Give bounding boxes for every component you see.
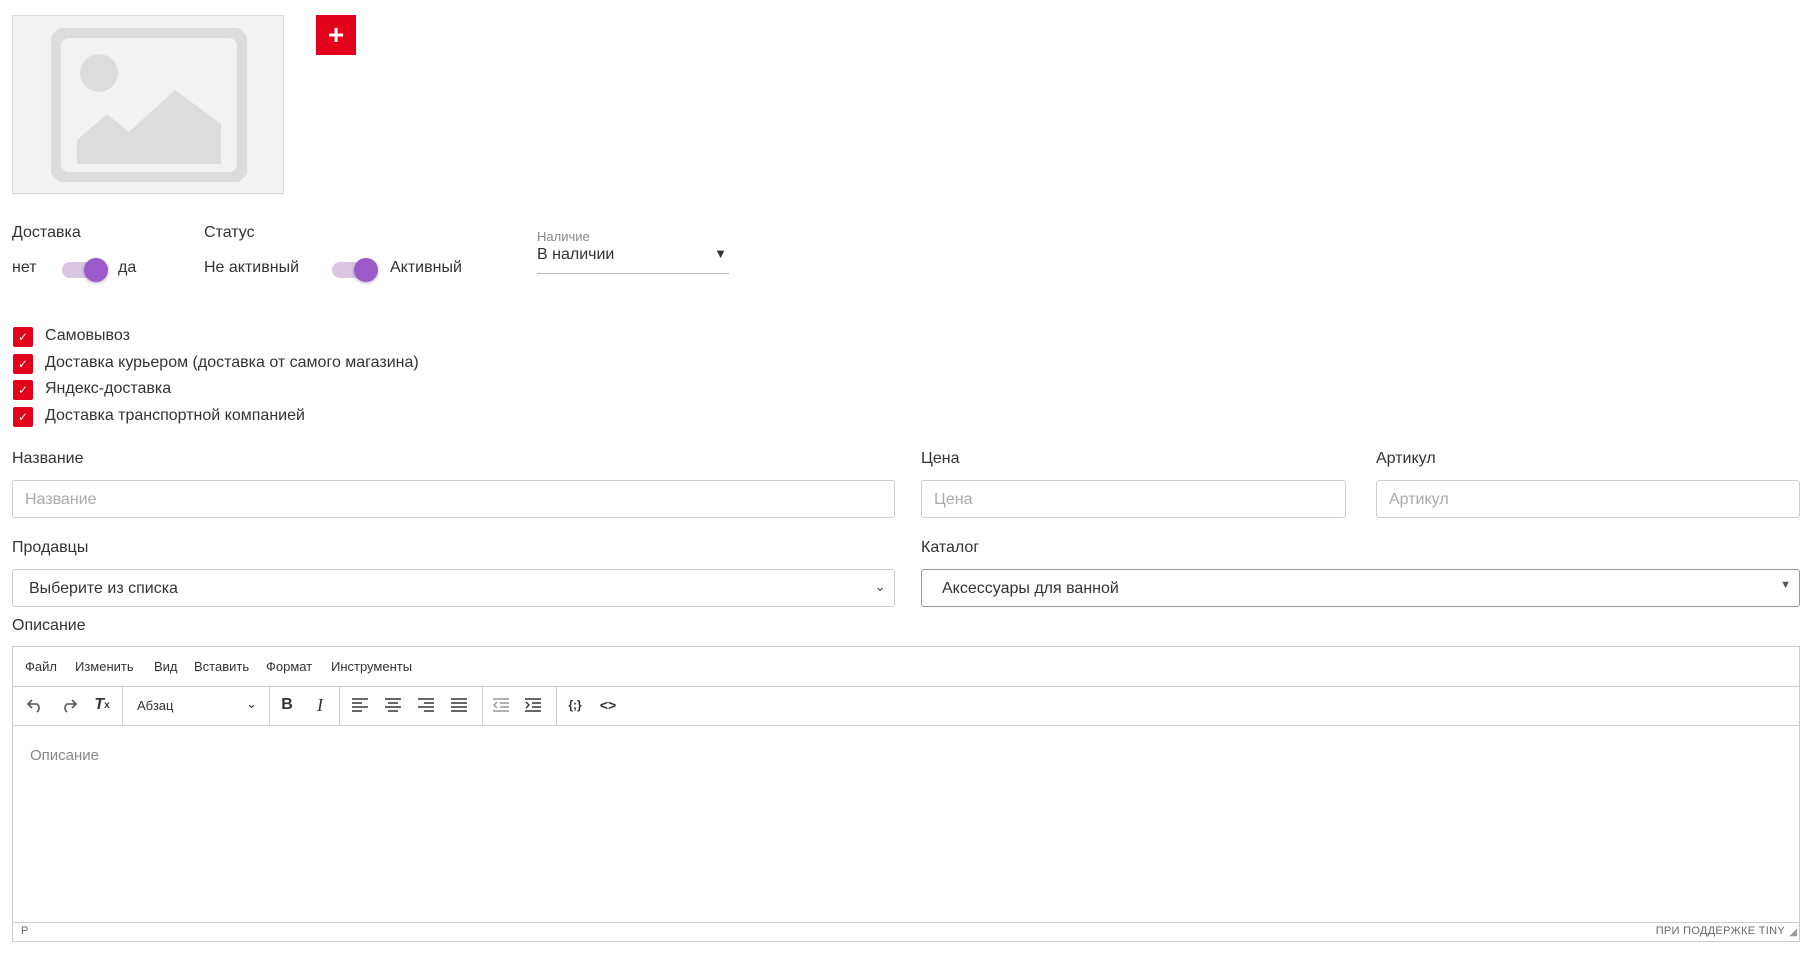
price-input[interactable]: Цена [921, 480, 1346, 518]
checkbox-label: Доставка транспортной компанией [45, 407, 305, 424]
toolbar-separator [556, 686, 557, 725]
menu-edit[interactable]: Изменить [75, 659, 134, 674]
delivery-toggle[interactable] [62, 258, 108, 282]
sku-label: Артикул [1376, 450, 1436, 467]
name-label: Название [12, 450, 84, 467]
catalog-value: Аксессуары для ванной [942, 580, 1119, 597]
powered-by-link[interactable]: ПРИ ПОДДЕРЖКЕ TINY [1656, 925, 1785, 937]
toggle-knob [354, 258, 378, 282]
catalog-label: Каталог [921, 539, 980, 556]
product-image-placeholder [12, 15, 284, 194]
code-sample-icon[interactable]: {;} [561, 692, 589, 718]
description-placeholder: Описание [30, 747, 100, 764]
catalog-select[interactable]: Аксессуары для ванной ▼ [921, 569, 1800, 607]
check-icon: ✓ [17, 410, 29, 424]
check-icon: ✓ [17, 383, 29, 397]
italic-icon[interactable]: I [306, 692, 334, 718]
plus-icon: + [327, 19, 345, 50]
checkbox-transport[interactable]: ✓ [13, 407, 33, 427]
sellers-select[interactable]: Выберите из списка ⌄ [12, 569, 895, 607]
editor-content[interactable]: Описание [13, 725, 1799, 923]
toolbar-separator [482, 686, 483, 725]
menu-insert[interactable]: Вставить [194, 659, 249, 674]
source-code-icon[interactable]: <> [594, 692, 622, 718]
redo-icon[interactable] [55, 692, 83, 718]
checkbox-label: Самовывоз [45, 327, 130, 344]
outdent-icon[interactable] [487, 692, 515, 718]
align-justify-icon[interactable] [445, 692, 473, 718]
align-left-icon[interactable] [346, 692, 374, 718]
add-image-button[interactable]: + [316, 15, 356, 55]
status-label: Статус [204, 224, 255, 241]
resize-handle-icon[interactable]: ◢ [1789, 927, 1797, 938]
checkbox-courier[interactable]: ✓ [13, 354, 33, 374]
editor-toolbar: Tx Абзац ⌄ B I {;} <> [13, 686, 1799, 726]
clear-formatting-icon[interactable]: Tx [88, 692, 116, 718]
status-off-label: Не активный [204, 259, 300, 276]
chevron-down-icon: ⌄ [246, 696, 257, 711]
checkbox-label: Доставка курьером (доставка от самого ма… [45, 354, 419, 371]
price-label: Цена [921, 450, 960, 467]
name-input[interactable]: Название [12, 480, 895, 518]
menu-format[interactable]: Формат [266, 659, 312, 674]
block-format-value: Абзац [137, 698, 174, 713]
status-toggle[interactable] [332, 258, 378, 282]
undo-icon[interactable] [21, 692, 49, 718]
status-on-label: Активный [390, 259, 462, 276]
block-format-select[interactable]: Абзац ⌄ [123, 692, 263, 718]
align-right-icon[interactable] [412, 692, 440, 718]
delivery-on-label: да [118, 259, 137, 276]
toggle-knob [84, 258, 108, 282]
caret-down-icon: ▼ [1780, 579, 1791, 591]
checkbox-yandex[interactable]: ✓ [13, 380, 33, 400]
sellers-label: Продавцы [12, 539, 89, 556]
description-editor: Файл Изменить Вид Вставить Формат Инстру… [12, 646, 1800, 942]
bold-icon[interactable]: B [273, 692, 301, 718]
toolbar-separator [339, 686, 340, 725]
element-path[interactable]: P [21, 925, 28, 937]
price-placeholder: Цена [934, 491, 973, 508]
delivery-label: Доставка [12, 224, 81, 241]
availability-value: В наличии [537, 246, 615, 263]
checkbox-pickup[interactable]: ✓ [13, 327, 33, 347]
menu-tools[interactable]: Инструменты [331, 659, 412, 674]
editor-menubar: Файл Изменить Вид Вставить Формат Инстру… [13, 647, 1799, 687]
caret-down-icon: ▼ [714, 246, 727, 261]
checkbox-label: Яндекс-доставка [45, 380, 172, 397]
availability-select[interactable]: В наличии ▼ [537, 242, 729, 274]
check-icon: ✓ [17, 330, 29, 344]
menu-view[interactable]: Вид [154, 659, 178, 674]
sku-input[interactable]: Артикул [1376, 480, 1800, 518]
check-icon: ✓ [17, 357, 29, 371]
image-placeholder-icon [51, 28, 247, 182]
name-placeholder: Название [25, 491, 97, 508]
description-label: Описание [12, 617, 86, 634]
editor-statusbar: P ПРИ ПОДДЕРЖКЕ TINY ◢ [13, 922, 1799, 941]
delivery-off-label: нет [12, 259, 37, 276]
menu-file[interactable]: Файл [25, 659, 57, 674]
indent-icon[interactable] [519, 692, 547, 718]
sellers-value: Выберите из списка [29, 580, 178, 597]
toolbar-separator [269, 686, 270, 725]
chevron-down-icon: ⌄ [874, 578, 886, 594]
sku-placeholder: Артикул [1389, 491, 1449, 508]
align-center-icon[interactable] [379, 692, 407, 718]
